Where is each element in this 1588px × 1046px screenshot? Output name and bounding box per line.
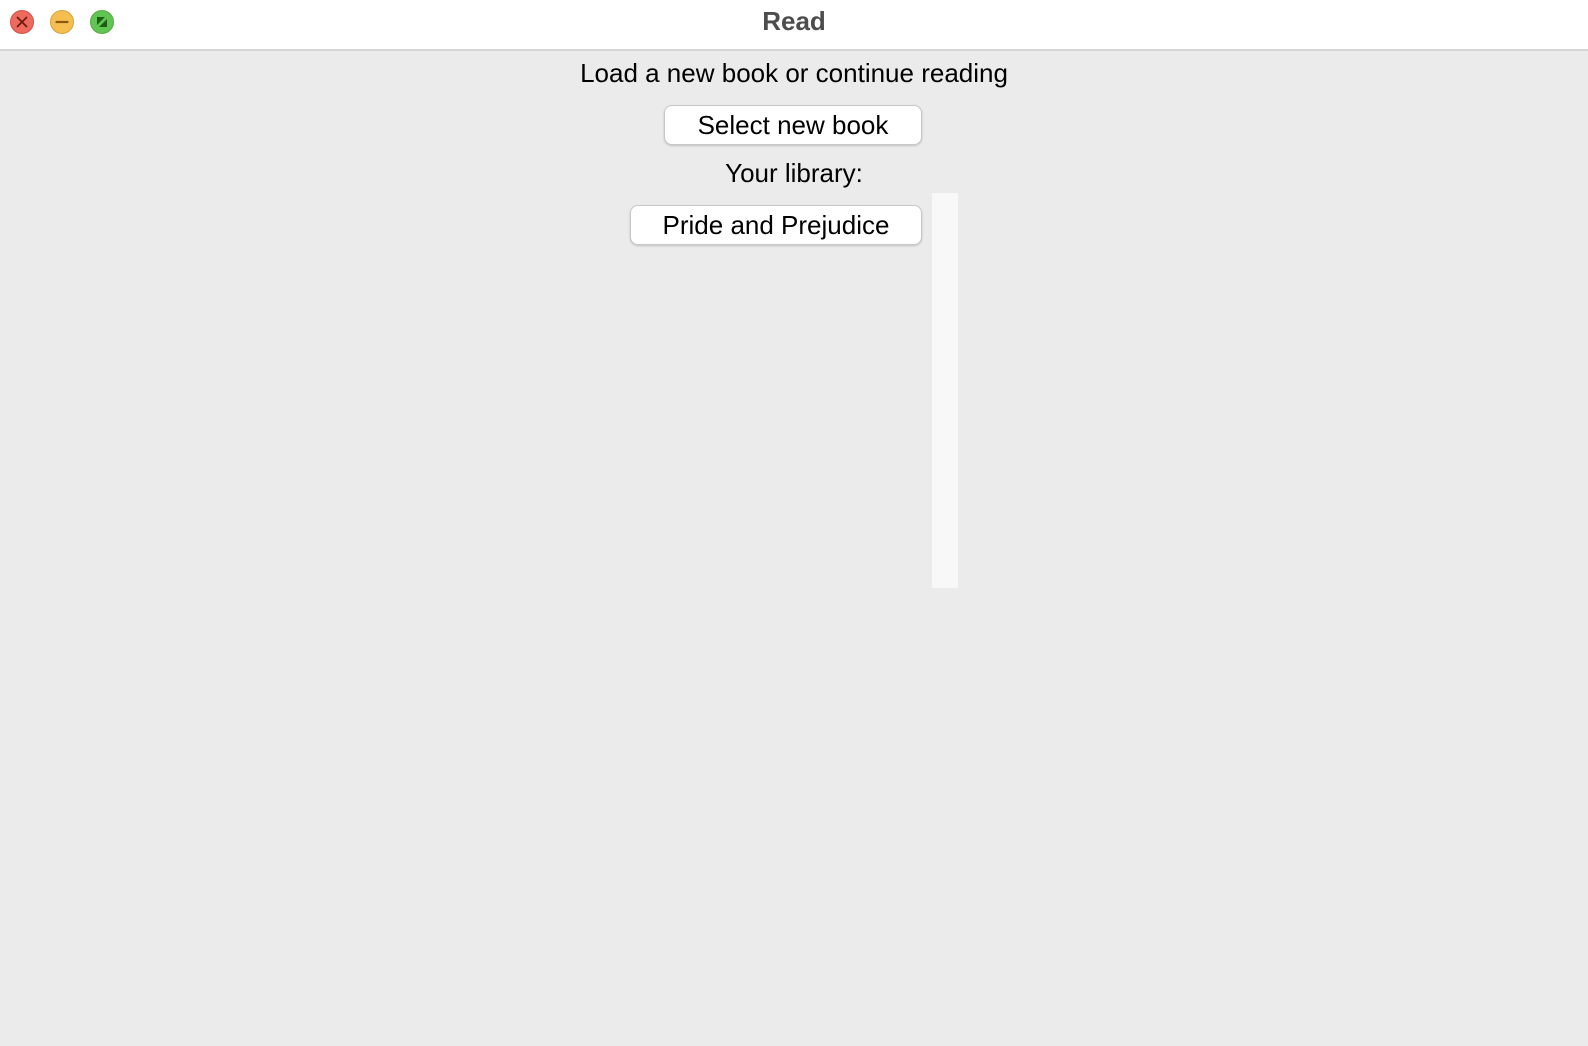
app-window: Read Load a new book or continue reading… [0, 0, 1588, 1046]
library-heading: Your library: [725, 158, 863, 188]
title-bar[interactable]: Read [0, 0, 1588, 51]
library-book-button[interactable]: Pride and Prejudice [630, 205, 922, 245]
window-title: Read [762, 6, 826, 36]
select-new-book-button[interactable]: Select new book [664, 105, 922, 145]
load-prompt-text: Load a new book or continue reading [580, 58, 1008, 88]
library-list: Pride and Prejudice [620, 193, 932, 588]
library-scrollbar[interactable] [932, 193, 958, 588]
